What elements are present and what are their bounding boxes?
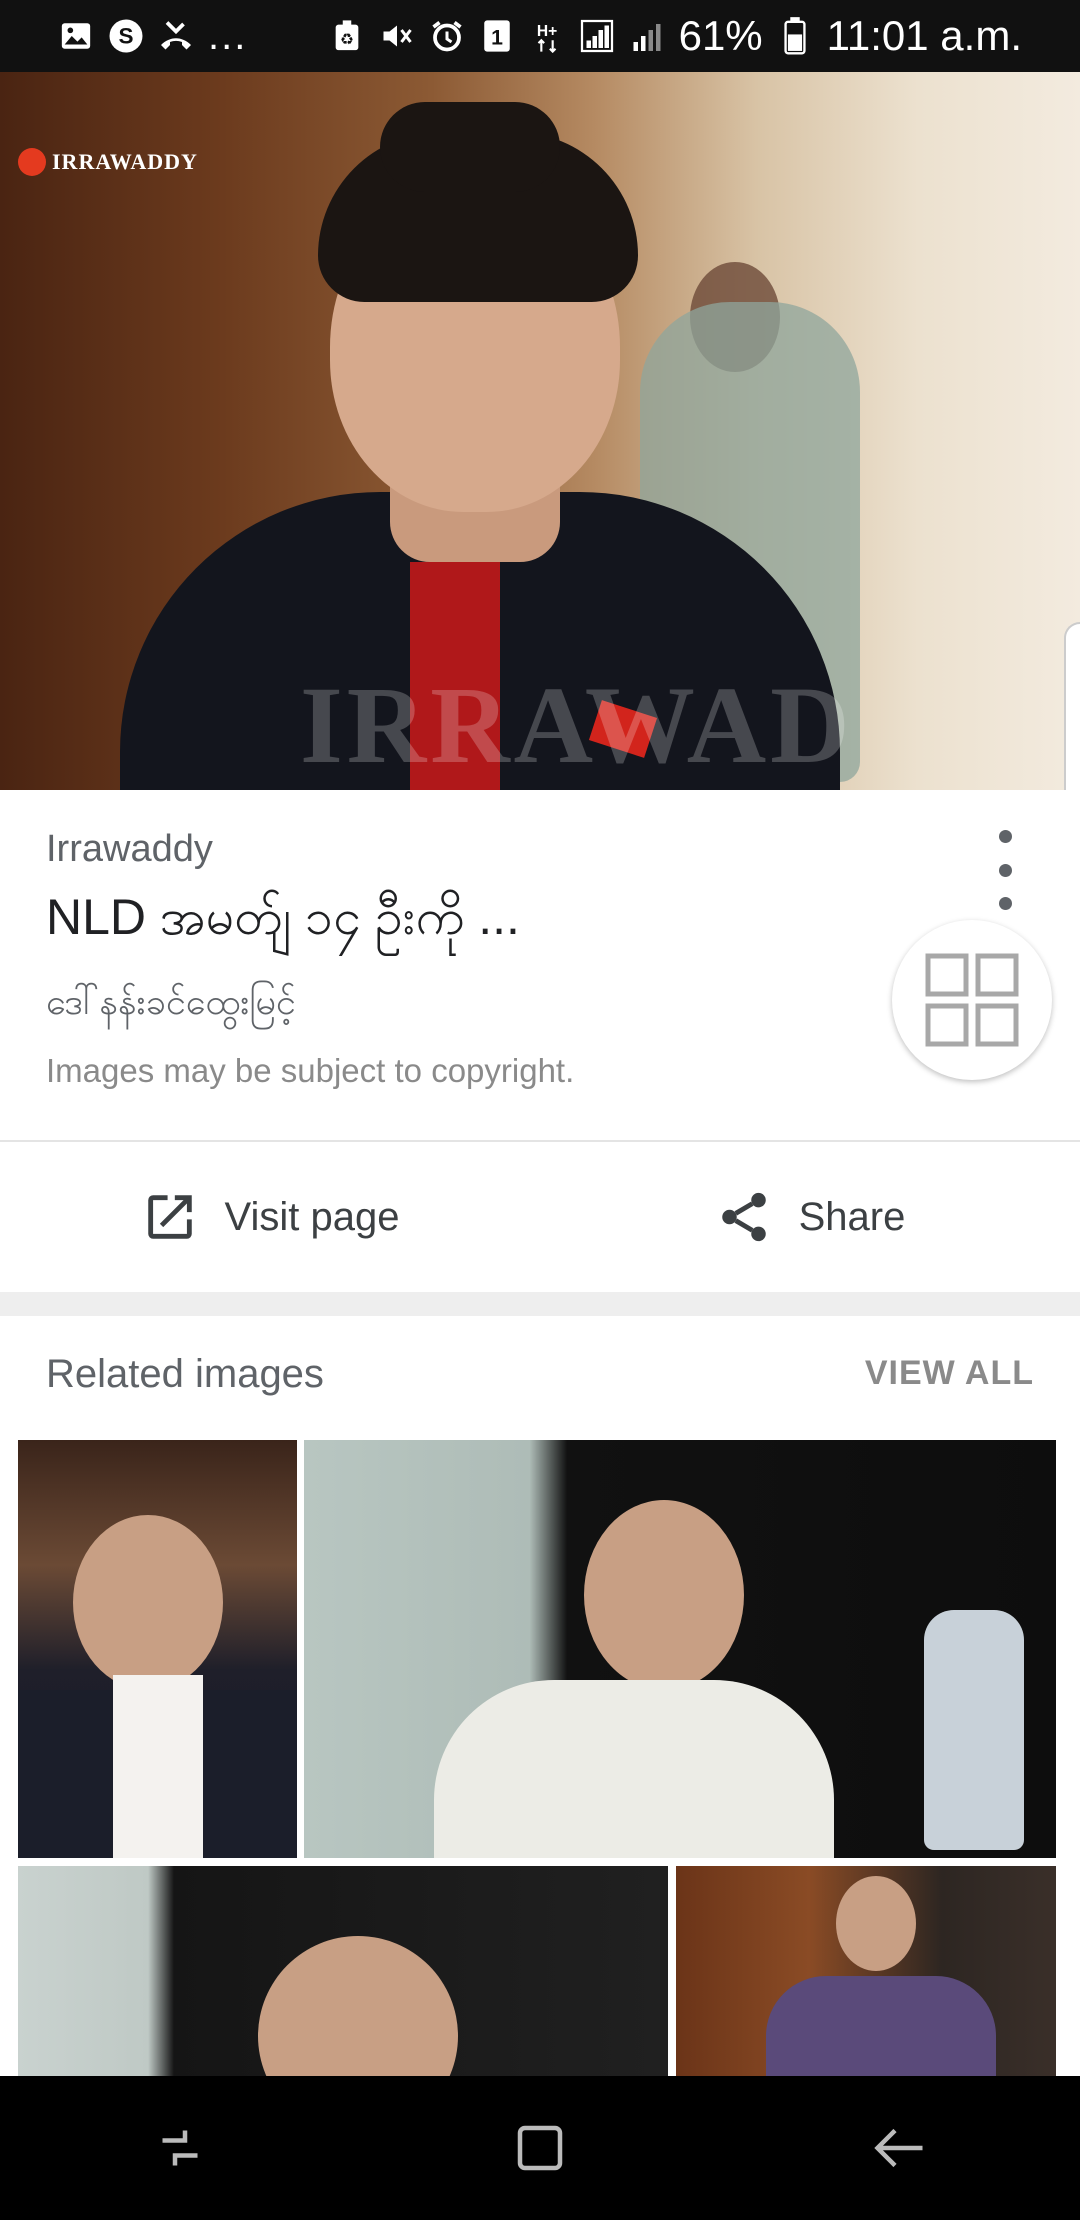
share-icon	[721, 1192, 766, 1242]
grid-icon	[925, 953, 1019, 1047]
clock: 11:01 a.m.	[826, 12, 1022, 59]
signal-icon	[579, 18, 615, 54]
logo-mark-icon	[18, 148, 46, 176]
related-images-title: Related images	[46, 1352, 324, 1396]
action-bar: Visit page Share	[0, 1142, 1080, 1292]
share-button[interactable]: Share	[540, 1142, 1080, 1292]
image-subtitle: ဒေါ်နန်းခင်ထွေးမြင့်	[46, 981, 296, 1022]
view-all-button[interactable]: VIEW ALL	[865, 1354, 1034, 1393]
more-options-icon[interactable]	[990, 830, 1020, 910]
missed-call-icon	[158, 18, 194, 54]
related-image-2[interactable]	[304, 1440, 1056, 1858]
svg-text:S: S	[118, 24, 133, 49]
svg-text:1: 1	[491, 26, 503, 50]
status-bar: S ... ♻ 1 H+ 61% 11:01 a.m.	[0, 0, 1080, 72]
svg-text:♻: ♻	[340, 32, 354, 49]
thumb-face	[836, 1876, 916, 1971]
back-icon[interactable]	[860, 2108, 940, 2188]
battery-percent: 61%	[678, 12, 763, 59]
subject-hair-bun	[380, 102, 560, 192]
visit-page-label: Visit page	[224, 1194, 400, 1239]
related-image-1[interactable]	[18, 1440, 297, 1858]
grid-view-button[interactable]	[892, 920, 1052, 1080]
main-image[interactable]: IRRAWADDY IRRAWAD	[0, 72, 1080, 790]
thumb-face	[73, 1515, 223, 1690]
copyright-notice: Images may be subject to copyright.	[46, 1052, 575, 1089]
thumb-body	[766, 1976, 996, 2076]
visit-page-button[interactable]: Visit page	[0, 1142, 540, 1292]
thumb-face	[584, 1500, 744, 1690]
section-divider	[0, 1292, 1080, 1316]
image-icon	[58, 18, 94, 54]
irrawaddy-logo: IRRAWADDY	[18, 148, 198, 176]
battery-icon	[777, 17, 813, 55]
h-plus-icon: H+	[529, 18, 565, 54]
signal2-icon	[629, 18, 665, 54]
sim1-icon: 1	[479, 18, 515, 54]
logo-text: IRRAWADDY	[52, 149, 198, 174]
related-images-header: Related images VIEW ALL	[0, 1316, 1080, 1436]
recent-apps-icon[interactable]	[140, 2108, 220, 2188]
mute-icon	[379, 18, 415, 54]
data-saver-icon: ♻	[329, 18, 365, 54]
related-image-3[interactable]	[18, 1866, 668, 2076]
source-name[interactable]: Irrawaddy	[46, 828, 213, 871]
alarm-icon	[429, 18, 465, 54]
image-info-card: Irrawaddy NLD အမတ်ျ ၁၄ ဦးကို ... ဒေါ်နန်…	[0, 790, 1080, 1142]
home-icon[interactable]	[500, 2108, 580, 2188]
status-overflow: ...	[208, 13, 248, 58]
related-image-4[interactable]	[676, 1866, 1056, 2076]
thumb-white-shirt	[113, 1675, 203, 1858]
share-label: Share	[798, 1194, 906, 1239]
image-title[interactable]: NLD အမတ်ျ ၁၄ ဦးကို ...	[46, 886, 520, 959]
thumb-face	[258, 1936, 458, 2076]
skype-icon: S	[108, 18, 144, 54]
thumb-bottle	[924, 1610, 1024, 1850]
image-watermark: IRRAWAD	[300, 664, 854, 786]
svg-text:H+: H+	[536, 23, 556, 40]
navigation-bar	[0, 2076, 1080, 2220]
open-in-new-icon	[147, 1195, 192, 1239]
thumb-body	[434, 1680, 834, 1858]
